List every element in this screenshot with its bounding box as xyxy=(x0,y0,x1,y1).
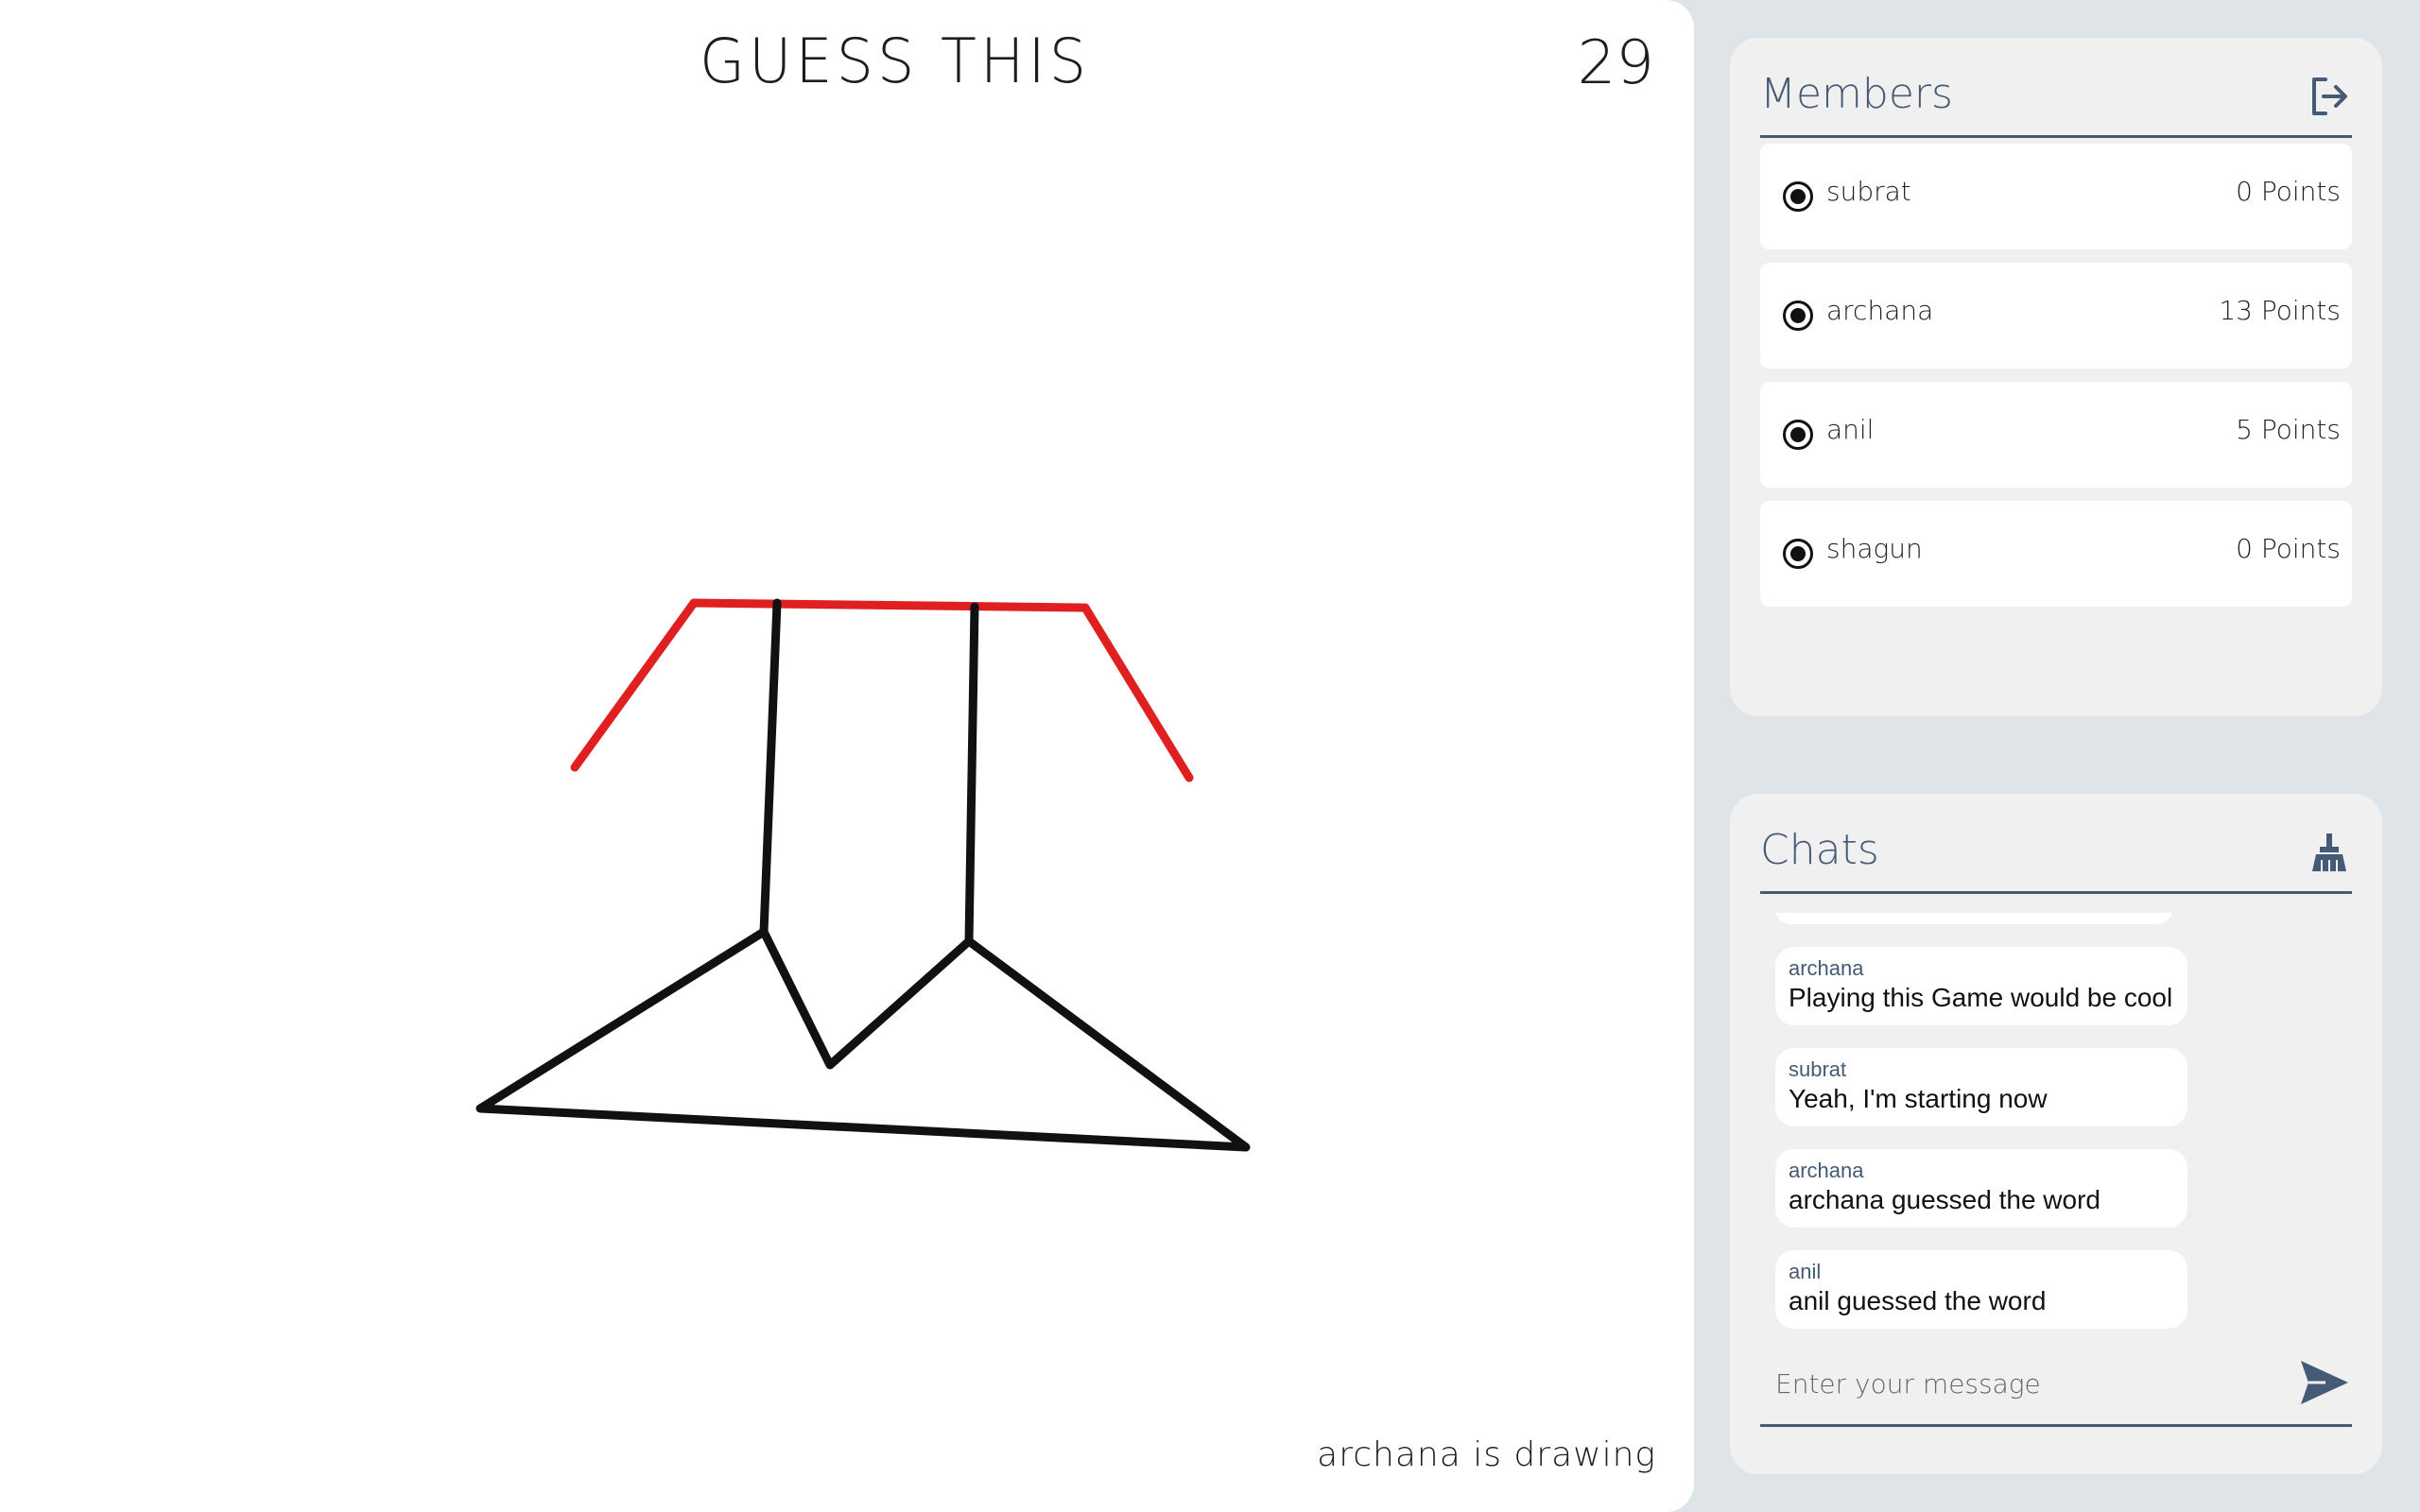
member-name: shagun xyxy=(1826,533,1923,564)
black-stroke-left-leg xyxy=(759,598,782,936)
chat-sender: archana xyxy=(1789,956,1864,980)
chat-text: anil guessed the word xyxy=(1789,1286,2047,1315)
chat-bubble-partial xyxy=(1775,913,2172,924)
member-points: 0 Points xyxy=(2236,176,2341,207)
send-button[interactable] xyxy=(2297,1355,2352,1410)
chat-message: anil anil guessed the word xyxy=(1775,1250,2187,1329)
chat-sender: anil xyxy=(1789,1260,1822,1283)
online-indicator-icon xyxy=(1783,181,1813,212)
word-hint: GUESS THIS xyxy=(700,25,1091,97)
member-row: subrat 0 Points xyxy=(1760,144,2352,249)
chat-input-bar xyxy=(1760,1342,2352,1427)
member-points: 13 Points xyxy=(2219,295,2341,326)
black-stroke-base xyxy=(475,927,1251,1152)
broom-icon[interactable] xyxy=(2307,830,2352,875)
member-name: archana xyxy=(1826,295,1934,326)
paper-plane-icon xyxy=(2301,1361,2348,1404)
chat-text: Yeah, I'm starting now xyxy=(1789,1084,2048,1113)
member-row: shagun 0 Points xyxy=(1760,501,2352,607)
members-header: Members xyxy=(1760,70,2352,138)
sign-out-icon[interactable] xyxy=(2307,74,2352,119)
chats-header: Chats xyxy=(1760,826,2352,894)
chat-message-list[interactable]: archana Playing this Game would be cool … xyxy=(1775,913,2191,1366)
chat-message-input[interactable] xyxy=(1773,1361,2265,1406)
member-points: 0 Points xyxy=(2236,533,2341,564)
chat-message: archana archana guessed the word xyxy=(1775,1149,2187,1228)
member-name: anil xyxy=(1826,414,1875,445)
online-indicator-icon xyxy=(1783,420,1813,450)
chat-text: archana guessed the word xyxy=(1789,1185,2100,1214)
chat-message: archana Playing this Game would be cool xyxy=(1775,947,2187,1025)
chat-message: subrat Yeah, I'm starting now xyxy=(1775,1048,2187,1126)
round-timer: 29 xyxy=(1577,28,1654,98)
member-points: 5 Points xyxy=(2236,414,2341,445)
members-panel: Members subrat 0 Points archana 13 Point… xyxy=(1730,38,2382,716)
member-list: subrat 0 Points archana 13 Points anil 5… xyxy=(1760,144,2352,620)
online-indicator-icon xyxy=(1783,539,1813,569)
members-title: Members xyxy=(1760,70,1953,118)
chat-sender: subrat xyxy=(1789,1057,1847,1081)
chats-title: Chats xyxy=(1760,826,1879,874)
online-indicator-icon xyxy=(1783,301,1813,331)
chat-sender: archana xyxy=(1789,1159,1864,1182)
red-stroke xyxy=(570,598,1194,782)
chats-panel: Chats archana Playing this Game would be… xyxy=(1730,794,2382,1474)
drawing-canvas[interactable] xyxy=(0,0,1694,1512)
chat-text: Playing this Game would be cool xyxy=(1789,983,2173,1012)
black-stroke-right-leg xyxy=(964,602,979,946)
drawing-canvas-panel[interactable]: GUESS THIS 29 archana is drawing xyxy=(0,0,1694,1512)
drawer-status: archana is drawing xyxy=(1317,1435,1656,1474)
member-row: archana 13 Points xyxy=(1760,263,2352,369)
member-row: anil 5 Points xyxy=(1760,382,2352,488)
member-name: subrat xyxy=(1826,176,1911,207)
